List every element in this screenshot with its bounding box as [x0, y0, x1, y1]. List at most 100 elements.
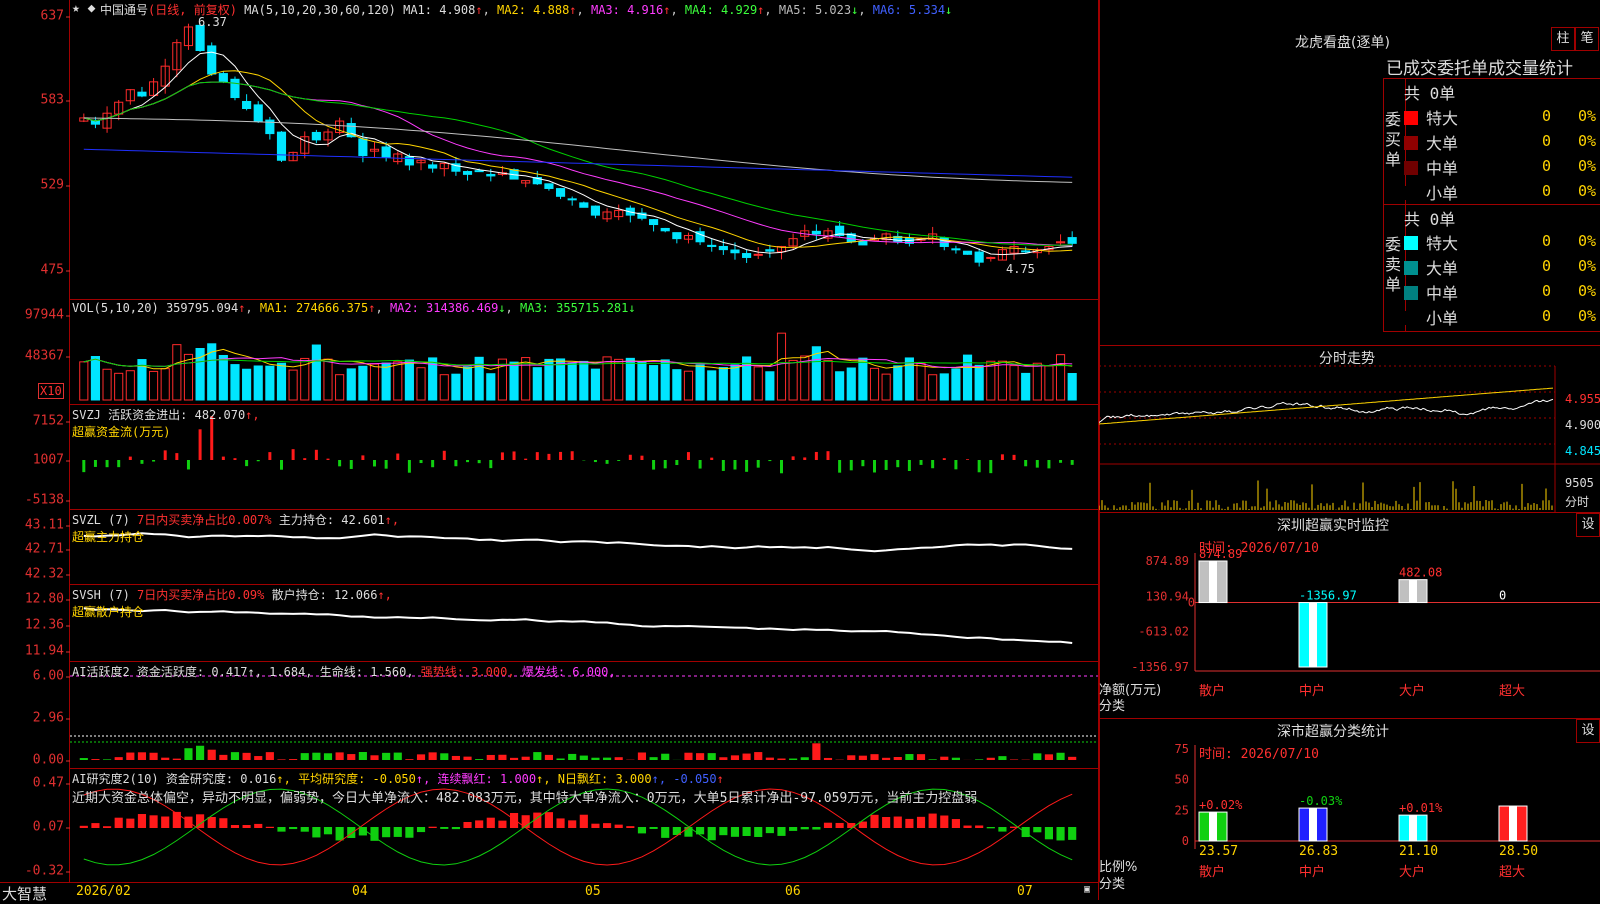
candle: [812, 231, 820, 234]
volume-bar: [824, 360, 832, 400]
svzl-header: SVZL (7) 7日内买卖净占比0.007% 主力持仓: 42.601↑, 超…: [72, 511, 399, 545]
research-bar: [963, 826, 971, 828]
activity-bar: [998, 756, 1006, 760]
volume-bar: [394, 362, 402, 400]
research-bar: [789, 827, 797, 831]
ma1: MA1: 4.908: [403, 3, 475, 17]
ai1-panel[interactable]: AI活跃度2 资金活跃度: 0.417↑, 1.684, 生命线: 1.560,…: [70, 662, 1098, 769]
activity-bar: [580, 756, 588, 760]
svzl-main: 主力持仓: 42.601: [279, 513, 385, 527]
ai2-panel[interactable]: AI研究度2(10) 资金研究度: 0.016↑, 平均研究度: -0.050↑…: [70, 769, 1098, 883]
research-bar: [266, 827, 274, 828]
research-bar: [1045, 827, 1053, 839]
row-name: 大单: [1426, 134, 1458, 153]
row-name: 小单: [1426, 184, 1458, 203]
tick: 7152: [33, 414, 64, 429]
research-bar: [952, 819, 960, 828]
avg-line: [1099, 388, 1553, 424]
candle: [754, 254, 762, 255]
activity-bar: [405, 759, 413, 760]
stats-panel[interactable]: 深市超赢分类统计 设 时间: 2026/07/10 7550250+0.02%2…: [1099, 719, 1600, 900]
research-bar: [626, 826, 634, 828]
row-name: 大单: [1426, 259, 1458, 278]
research-bar: [347, 827, 355, 838]
stats-svg: 7550250+0.02%23.57散户-0.03%26.83中户+0.01%2…: [1099, 719, 1600, 900]
activity-bar: [952, 758, 960, 760]
research-bar: [138, 814, 146, 828]
intraday-panel[interactable]: 分时走势 4.955 4.900 4.845 9505 分时: [1099, 346, 1600, 513]
star-icon[interactable]: ★ ◆: [72, 1, 95, 16]
activity-bar: [940, 757, 948, 760]
volume-bar: [1010, 366, 1018, 400]
activity-bar: [103, 759, 111, 760]
research-bar: [545, 812, 553, 828]
vol-ma1: MA1: 274666.375: [260, 301, 368, 315]
activity-bar: [138, 752, 146, 760]
tick: 12.80: [25, 592, 64, 607]
ratio-bar-shine: [1509, 806, 1517, 841]
svsh-panel[interactable]: SVSH (7) 7日内买卖净占比0.09% 散户持仓: 12.066↑, 超赢…: [70, 585, 1098, 662]
activity-bar: [301, 753, 309, 760]
research-bar: [243, 825, 251, 828]
zhu-button[interactable]: 柱: [1551, 27, 1575, 51]
activity-bar: [615, 757, 623, 760]
bi-button[interactable]: 笔: [1575, 27, 1599, 51]
svzl-axis: 43.11 42.71 42.32: [0, 510, 70, 584]
research-bar: [336, 827, 344, 840]
arrow: ↓: [945, 3, 952, 17]
research-bar: [324, 827, 332, 834]
research-bar: [173, 812, 181, 828]
research-bar: [882, 817, 890, 828]
ai1-d: 强势线: 3.000,: [421, 665, 515, 679]
pct: 0%: [1578, 282, 1596, 300]
monitor-panel[interactable]: 深圳超赢实时监控 设 时间: 2026/07/10 874.89130.94-6…: [1099, 513, 1600, 719]
count: 0: [1542, 307, 1551, 325]
activity-bar: [650, 757, 658, 760]
volume-bar: [336, 375, 344, 400]
activity-bar: [80, 758, 88, 760]
activity-bar: [1010, 759, 1018, 760]
activity-bar: [591, 758, 599, 760]
candle: [568, 199, 576, 200]
activity-bar: [312, 753, 320, 760]
lock-icon[interactable]: ▣: [1084, 884, 1090, 895]
activity-bar: [277, 759, 285, 760]
count: 0: [1542, 282, 1551, 300]
svzj-panel[interactable]: SVZJ 活跃资金进出: 482.070↑, 超赢资金流(万元): [70, 405, 1098, 510]
value-label: 26.83: [1299, 844, 1338, 859]
sell-row: 特大: [1404, 230, 1458, 254]
tick: -5138: [25, 493, 64, 508]
activity-bar: [91, 759, 99, 760]
candle: [673, 233, 681, 239]
activity-bar: [254, 756, 262, 760]
volume-bar: [754, 367, 762, 400]
pct: 0%: [1578, 107, 1596, 125]
svzl-label: SVZL (7): [72, 513, 130, 527]
research-bar: [382, 827, 390, 837]
svzj-label: SVZJ: [72, 408, 101, 422]
candle: [405, 157, 413, 165]
research-bar: [615, 825, 623, 828]
svzl-panel[interactable]: SVZL (7) 7日内买卖净占比0.007% 主力持仓: 42.601↑, 超…: [70, 510, 1098, 585]
activity-bar: [219, 755, 227, 760]
stock-name: 中国通号: [100, 3, 148, 17]
pct: 0%: [1578, 232, 1596, 250]
research-bar: [754, 827, 762, 837]
volume-bar: [161, 369, 169, 400]
kline-panel[interactable]: 中国通号(日线, 前复权) MA(5,10,20,30,60,120) MA1:…: [70, 0, 1098, 300]
x-axis: 大智慧 2026/02 04 05 06 07 ▣: [0, 882, 1098, 901]
axis-tick: 0: [1188, 596, 1195, 610]
svzj-header: SVZJ 活跃资金进出: 482.070↑, 超赢资金流(万元): [72, 406, 260, 440]
volume-bar: [417, 368, 425, 400]
candle: [231, 79, 239, 97]
axis-tick: 0: [1182, 834, 1189, 848]
activity-bar: [719, 757, 727, 760]
research-bar: [1022, 827, 1030, 837]
ai2-a: 资金研究度: 0.016: [166, 772, 277, 786]
volume-panel[interactable]: VOL(5,10,20) 359795.094↑, MA1: 274666.37…: [70, 300, 1098, 405]
buy-row: 小单: [1404, 180, 1458, 204]
volume-bar: [1045, 366, 1053, 400]
category-label: 大户: [1399, 683, 1425, 699]
candle: [731, 250, 739, 253]
tick: 43.11: [25, 518, 64, 533]
